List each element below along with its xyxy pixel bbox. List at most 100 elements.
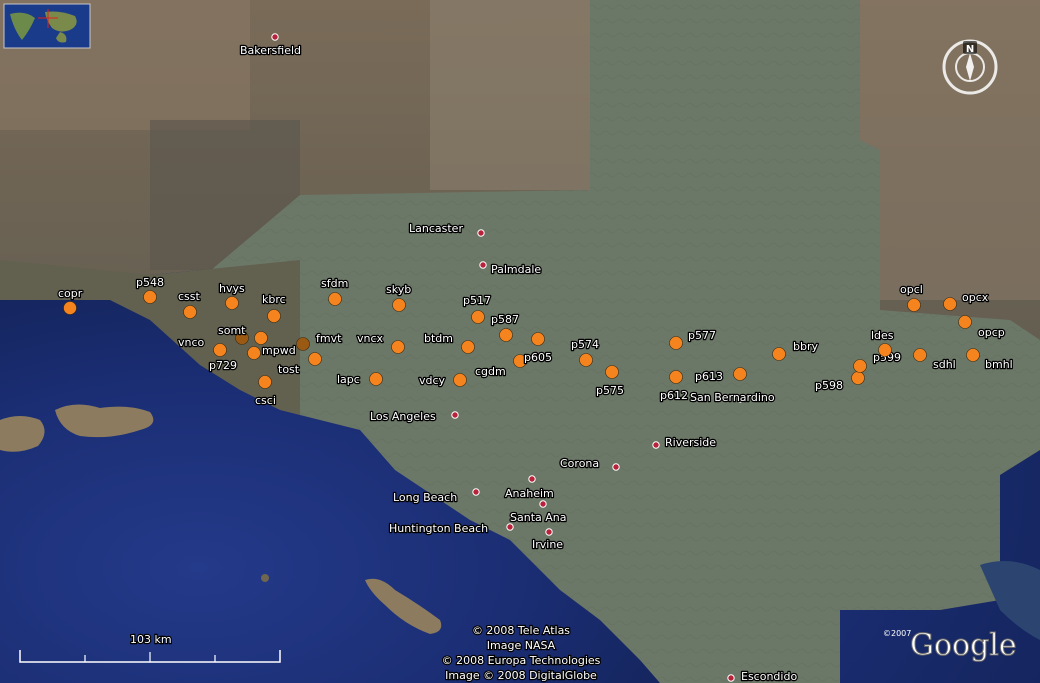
city-label-palmdale: Palmdale [491, 263, 541, 276]
station-label-vnco: vnco [178, 336, 205, 349]
city-label-escondido: Escondido [741, 670, 797, 683]
city-label-san-bernardino: San Bernardino [690, 391, 775, 404]
station-label-opcp: opcp [978, 326, 1005, 339]
station-label-sfdm: sfdm [321, 277, 348, 290]
city-marker-lancaster[interactable] [477, 229, 485, 237]
satellite-map[interactable]: N Bakersfield Lancaster Palmdale Los Angele… [0, 0, 1040, 683]
city-marker-santa-ana[interactable] [539, 500, 547, 508]
station-marker-hvys[interactable] [225, 296, 239, 310]
station-label-p612: p612 [660, 389, 688, 402]
station-label-p575: p575 [596, 384, 624, 397]
station-marker-fmvt[interactable] [296, 337, 310, 351]
logo-copyright: ©2007 [883, 629, 911, 638]
station-marker-p729[interactable] [254, 331, 268, 345]
station-marker-sfdm[interactable] [328, 292, 342, 306]
station-marker-cgdm[interactable] [531, 332, 545, 346]
station-marker-p598[interactable] [851, 371, 865, 385]
station-marker-tost[interactable] [308, 352, 322, 366]
station-marker-p548[interactable] [143, 290, 157, 304]
city-label-anaheim: Anaheim [505, 487, 554, 500]
station-marker-csci[interactable] [258, 375, 272, 389]
station-label-sdhl: sdhl [933, 358, 956, 371]
city-label-los-angeles: Los Angeles [370, 410, 436, 423]
station-label-opcl: opcl [900, 283, 923, 296]
station-label-csst: csst [178, 290, 201, 303]
station-marker-vnco[interactable] [213, 343, 227, 357]
google-logo: Google [910, 628, 1017, 663]
city-label-santa-ana: Santa Ana [510, 511, 566, 524]
station-marker-p577[interactable] [669, 336, 683, 350]
compass-north-label: N [966, 44, 974, 55]
station-label-vncx: vncx [357, 332, 384, 345]
station-label-kbrc: kbrc [262, 293, 286, 306]
station-label-somt: somt [218, 324, 246, 337]
city-label-huntington-beach: Huntington Beach [389, 522, 488, 535]
station-label-bbry: bbry [793, 340, 818, 353]
station-label-btdm: btdm [424, 332, 453, 345]
station-label-p729: p729 [209, 359, 237, 372]
station-label-fmvt: fmvt [316, 332, 342, 345]
city-marker-long-beach[interactable] [472, 488, 480, 496]
station-label-tost: tost [278, 363, 300, 376]
station-label-p587: p587 [491, 313, 519, 326]
city-marker-escondido[interactable] [727, 674, 735, 682]
city-marker-huntington-beach[interactable] [506, 523, 514, 531]
station-marker-copr[interactable] [63, 301, 77, 315]
station-marker-btdm[interactable] [461, 340, 475, 354]
station-marker-opcl[interactable] [907, 298, 921, 312]
station-marker-p613[interactable] [733, 367, 747, 381]
city-marker-los-angeles[interactable] [451, 411, 459, 419]
station-marker-bmhl[interactable] [966, 348, 980, 362]
station-marker-p575[interactable] [605, 365, 619, 379]
credit-tele-atlas: © 2008 Tele Atlas [472, 624, 570, 637]
city-marker-bakersfield[interactable] [271, 33, 279, 41]
credit-nasa: Image NASA [487, 639, 556, 652]
station-label-csci: csci [255, 394, 276, 407]
station-label-hvys: hvys [219, 282, 245, 295]
station-marker-p517[interactable] [471, 310, 485, 324]
city-marker-palmdale[interactable] [479, 261, 487, 269]
station-label-vdcy: vdcy [419, 374, 446, 387]
city-label-bakersfield: Bakersfield [240, 44, 301, 57]
station-marker-p599[interactable] [853, 359, 867, 373]
station-marker-vdcy[interactable] [453, 373, 467, 387]
station-label-p574: p574 [571, 338, 599, 351]
station-marker-sdhl[interactable] [913, 348, 927, 362]
station-marker-skyb[interactable] [392, 298, 406, 312]
city-label-long-beach: Long Beach [393, 491, 457, 504]
station-marker-opcp[interactable] [958, 315, 972, 329]
station-label-p548: p548 [136, 276, 164, 289]
station-marker-p612[interactable] [669, 370, 683, 384]
city-label-riverside: Riverside [665, 436, 716, 449]
city-label-corona: Corona [560, 457, 599, 470]
station-marker-ldes[interactable] [878, 343, 892, 357]
station-marker-p587[interactable] [499, 328, 513, 342]
station-label-p577: p577 [688, 329, 716, 342]
credit-europa: © 2008 Europa Technologies [442, 654, 601, 667]
city-label-irvine: Irvine [532, 538, 563, 551]
city-marker-anaheim[interactable] [528, 475, 536, 483]
city-marker-irvine[interactable] [545, 528, 553, 536]
station-marker-bbry[interactable] [772, 347, 786, 361]
station-marker-mpwd[interactable] [247, 346, 261, 360]
station-label-p605: p605 [524, 351, 552, 364]
city-marker-corona[interactable] [612, 463, 620, 471]
station-marker-csst[interactable] [183, 305, 197, 319]
station-label-cgdm: cgdm [475, 365, 506, 378]
station-marker-vncx[interactable] [391, 340, 405, 354]
station-marker-p574[interactable] [579, 353, 593, 367]
station-label-skyb: skyb [386, 283, 411, 296]
station-label-p517: p517 [463, 294, 491, 307]
station-label-bmhl: bmhl [985, 358, 1013, 371]
station-label-copr: copr [58, 287, 83, 300]
credit-digitalglobe: Image © 2008 DigitalGlobe [445, 669, 597, 682]
station-marker-kbrc[interactable] [267, 309, 281, 323]
station-label-p598: p598 [815, 379, 843, 392]
station-marker-opcx[interactable] [943, 297, 957, 311]
station-label-lapc: lapc [337, 373, 360, 386]
city-marker-riverside[interactable] [652, 441, 660, 449]
station-label-mpwd: mpwd [262, 344, 296, 357]
station-label-opcx: opcx [962, 291, 989, 304]
station-marker-lapc[interactable] [369, 372, 383, 386]
overview-map-inset [3, 3, 91, 49]
